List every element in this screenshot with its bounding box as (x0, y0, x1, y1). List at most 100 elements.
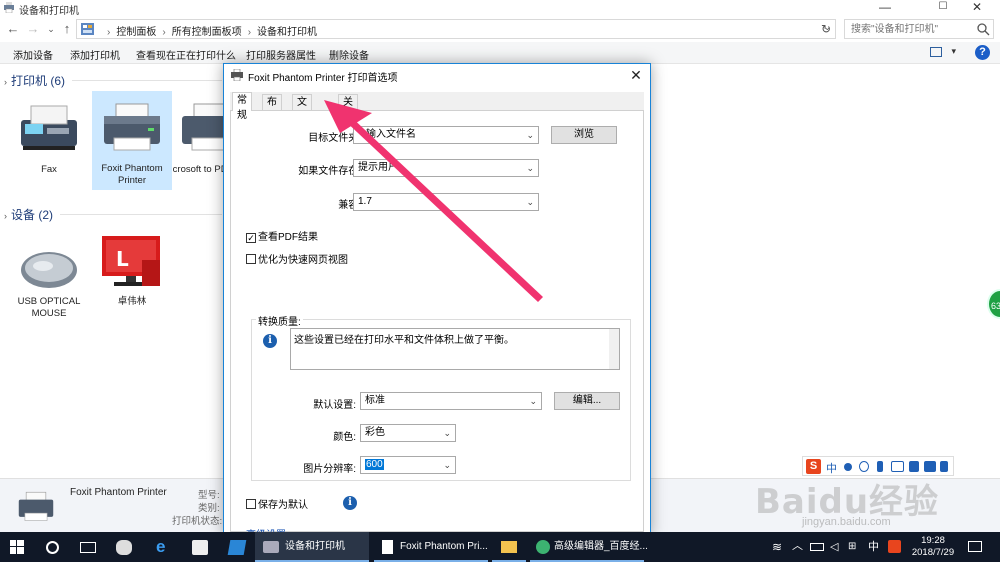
general-tab-panel: 目标文件夹: 输入文件名 ⌄ 浏览 如果文件存在: 提示用户 ⌄ 兼容: 1.7 ⌄ … (230, 110, 644, 541)
device-fax[interactable]: Fax (9, 94, 89, 190)
device-usb-mouse[interactable]: USB OPTICAL MOUSE (9, 232, 89, 324)
remove-device-button[interactable]: 删除设备 (329, 47, 369, 62)
breadcrumb-all-items[interactable]: 所有控制面板项 (172, 27, 242, 38)
minimize-button[interactable]: — (862, 0, 908, 16)
print-server-properties-button[interactable]: 打印服务器属性 (246, 47, 316, 62)
window-titlebar: 设备和打印机 — ☐ ✕ (0, 0, 1000, 17)
taskbar-ime-indicator[interactable]: 中 (868, 540, 879, 562)
tab-layout[interactable]: 布局 (262, 94, 282, 123)
tab-general[interactable]: 常规 (232, 92, 252, 121)
watermark-url: jingyan.baidu.com (802, 516, 891, 528)
taskbar-app-editor[interactable]: 高级编辑器_百度经... (530, 532, 648, 562)
add-device-button[interactable]: 添加设备 (13, 47, 53, 62)
search-input[interactable] (845, 20, 973, 38)
add-printer-button[interactable]: 添加打印机 (70, 47, 120, 62)
fax-icon (21, 105, 77, 150)
edge-browser-icon[interactable]: e (156, 538, 172, 555)
dialog-close-button[interactable]: ✕ (622, 64, 650, 86)
default-settings-label: 默认设置: (313, 400, 356, 411)
checkbox-box[interactable]: ✓ (246, 233, 256, 243)
info-icon: i (263, 334, 277, 348)
view-pdf-checkbox[interactable]: ✓ 查看PDF结果 (246, 228, 318, 243)
checkbox-box[interactable] (246, 254, 256, 264)
taskbar-app-foxit[interactable]: Foxit Phantom Pri... (374, 532, 488, 562)
store-icon[interactable] (192, 540, 208, 555)
volume-icon[interactable]: ◁ (830, 541, 838, 562)
keyboard-icon[interactable] (891, 461, 904, 472)
toolbox-icon[interactable] (909, 461, 919, 472)
view-options-icon[interactable] (930, 47, 942, 57)
floating-badge[interactable]: 63 (987, 289, 1000, 319)
settings-wrench-icon[interactable] (940, 461, 948, 472)
task-view-icon[interactable] (80, 542, 96, 553)
app-icon[interactable] (227, 540, 247, 555)
breadcrumb-control-panel[interactable]: 控制面板 (116, 27, 156, 38)
address-row: ← → ⌄ ↑ › 控制面板 › 所有控制面板项 › 设备和打印机 ⌄ ↻ (0, 16, 1000, 42)
up-arrow-icon[interactable]: ↑ (58, 20, 76, 38)
view-dropdown-icon[interactable]: ▾ (951, 46, 956, 57)
tab-document-info[interactable]: 文档信息 (292, 94, 312, 153)
if-file-exists-combo[interactable]: 提示用户 ⌄ (353, 159, 539, 177)
back-arrow-icon[interactable]: ← (4, 20, 22, 38)
default-settings-combo[interactable]: 标准 ⌄ (360, 392, 542, 410)
scrollbar[interactable] (609, 329, 619, 369)
help-icon[interactable]: ? (975, 45, 990, 60)
browse-button[interactable]: 浏览 (551, 126, 617, 144)
emoji-icon[interactable] (859, 461, 869, 472)
ime-toolbar[interactable]: S 中 (802, 456, 954, 476)
close-button[interactable]: ✕ (954, 0, 1000, 16)
collapse-chevron-icon[interactable]: › (4, 211, 7, 221)
image-resolution-combo[interactable]: 600 ⌄ (360, 456, 456, 474)
color-label: 颜色: (333, 432, 356, 443)
printing-preferences-dialog: Foxit Phantom Printer 打印首选项 ✕ 常规 布局 文档信息… (223, 63, 651, 541)
group-divider (72, 80, 222, 81)
clock-time: 19:28 (921, 535, 945, 546)
printer-icon (104, 103, 160, 151)
svg-text:L: L (116, 247, 129, 271)
battery-icon[interactable] (810, 543, 824, 551)
target-folder-combo[interactable]: 输入文件名 ⌄ (353, 126, 539, 144)
device-microsoft-pdf[interactable]: Microsoft to PDF (172, 94, 224, 190)
mouse-icon (21, 252, 77, 288)
tab-about[interactable]: 关于 (338, 94, 358, 123)
save-default-checkbox[interactable]: 保存为默认 (246, 496, 308, 511)
compatibility-combo[interactable]: 1.7 ⌄ (353, 193, 539, 211)
color-combo[interactable]: 彩色 ⌄ (360, 424, 456, 442)
windows-start-icon[interactable] (10, 540, 24, 554)
address-bar[interactable]: › 控制面板 › 所有控制面板项 › 设备和打印机 ⌄ (76, 19, 836, 39)
forward-arrow-icon[interactable]: → (24, 20, 42, 38)
devices-group-header[interactable]: › 设备 (2) (4, 206, 53, 223)
device-foxit-phantom-printer[interactable]: Foxit Phantom Printer (92, 91, 172, 190)
notification-center-icon[interactable] (968, 541, 982, 552)
printer-status-key: 打印机状态: (172, 516, 223, 527)
printers-group-header[interactable]: › 打印机 (6) (4, 72, 65, 89)
printer-icon (182, 103, 224, 151)
image-resolution-label: 图片分辨率: (303, 464, 356, 475)
punctuation-icon[interactable] (844, 463, 852, 471)
collapse-chevron-icon[interactable]: › (4, 77, 7, 87)
dialog-title: Foxit Phantom Printer 打印首选项 (248, 73, 398, 84)
sogou-tray-icon[interactable] (888, 540, 901, 553)
control-panel-icon (81, 23, 94, 35)
see-printing-button[interactable]: 查看现在正在打印什么 (136, 47, 236, 62)
taskbar-app-devices[interactable]: 设备和打印机 (255, 532, 369, 562)
device-computer[interactable]: L 卓伟林 (92, 232, 172, 324)
printer-icon (231, 69, 243, 81)
show-hidden-icons-icon[interactable]: ︿ (792, 540, 803, 562)
microphone-icon[interactable] (877, 461, 883, 472)
refresh-icon[interactable]: ↻ (817, 20, 835, 38)
optimize-web-checkbox[interactable]: 优化为快速网页视图 (246, 251, 348, 266)
taskbar-app-explorer[interactable] (492, 532, 526, 562)
search-box[interactable] (844, 19, 994, 39)
edit-button[interactable]: 编辑... (554, 392, 620, 410)
breadcrumb-devices-printers[interactable]: 设备和打印机 (257, 27, 317, 38)
checkbox-box[interactable] (246, 499, 256, 509)
skin-icon[interactable] (924, 461, 936, 472)
clock[interactable]: 19:28 2018/7/29 (910, 535, 956, 559)
wifi-icon[interactable]: ≋ (772, 541, 782, 562)
cortana-search-icon[interactable] (46, 541, 59, 554)
petal-app-icon[interactable] (116, 540, 132, 555)
device-label: Fax (41, 164, 57, 175)
device-label: Foxit Phantom Printer (101, 163, 163, 186)
network-icon[interactable]: ⊞ (848, 541, 856, 562)
